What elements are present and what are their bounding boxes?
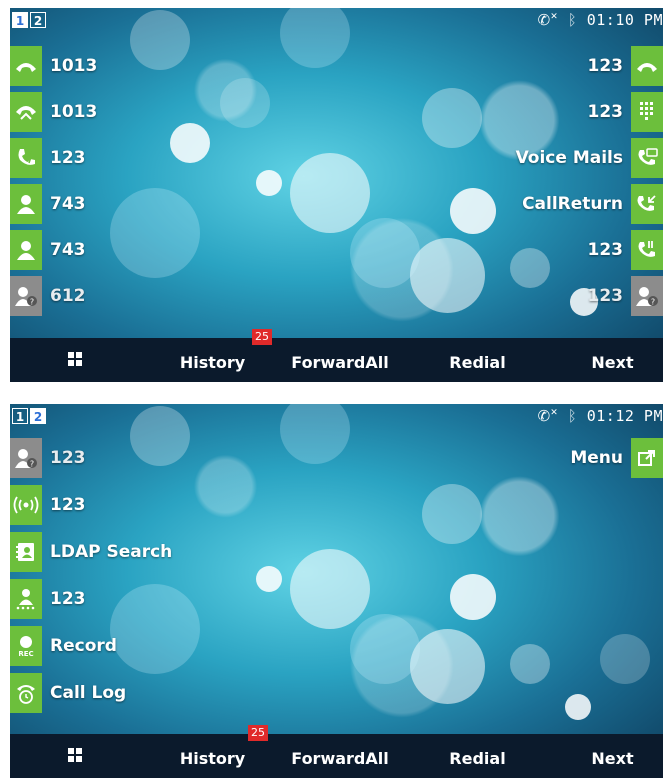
status-bar: 1 2 ✆✕ ᛒ 01:10 PM: [10, 8, 663, 34]
missed-calls-badge: 25: [248, 725, 268, 741]
line-key-label: 123: [50, 148, 86, 168]
softkey-bar: History 25 ForwardAll Redial Next: [10, 329, 663, 382]
line-key-left-4[interactable]: 743: [10, 184, 330, 224]
line-key-right-5[interactable]: 123: [343, 230, 663, 270]
main-menu-grid-icon[interactable]: [68, 748, 82, 762]
line-key-label: 743: [50, 240, 86, 260]
menu-key[interactable]: Menu: [343, 438, 663, 478]
contact-person-icon: [10, 184, 42, 224]
transfer-person-icon: [10, 579, 42, 619]
clock-time: 01:10 PM: [586, 11, 663, 29]
line-key-right-3[interactable]: Voice Mails: [343, 138, 663, 178]
call-return-icon: [631, 184, 663, 224]
line-key-label: 123: [587, 286, 624, 306]
main-menu-grid-icon[interactable]: [68, 352, 82, 366]
line-key-left-3[interactable]: LDAP Search: [10, 532, 330, 572]
line-key-label: 743: [50, 194, 86, 214]
line-key-left-2[interactable]: 1013: [10, 92, 330, 132]
line-key-left-5[interactable]: REC Record: [10, 626, 330, 666]
redial-softkey[interactable]: Redial: [430, 734, 525, 778]
speed-dial-handset-icon: [10, 138, 42, 178]
call-park-icon: [631, 230, 663, 270]
line-key-left-5[interactable]: 743: [10, 230, 330, 270]
forwardall-softkey[interactable]: ForwardAll: [280, 734, 400, 778]
line-key-left-6[interactable]: Call Log: [10, 673, 330, 713]
line-key-right-2[interactable]: 123: [343, 92, 663, 132]
menu-external-icon: [631, 438, 663, 478]
svg-text:?: ?: [30, 298, 34, 307]
dialpad-icon: [631, 92, 663, 132]
status-bar: 1 2 ✆✕ ᛒ 01:12 PM: [10, 404, 663, 430]
handset-icon: [10, 46, 42, 86]
missed-calls-badge: 25: [252, 329, 272, 345]
phone-screen-2: 1 2 ✆✕ ᛒ 01:12 PM ? 123 123 LDAP Search …: [10, 404, 663, 778]
line-key-label: Menu: [570, 448, 623, 468]
ldap-contact-card-icon: [10, 532, 42, 572]
svg-text:?: ?: [30, 460, 34, 469]
presence-unknown-icon: ?: [10, 276, 42, 316]
call-log-icon: [10, 673, 42, 713]
line-key-label: CallReturn: [522, 194, 623, 214]
svg-text:REC: REC: [18, 650, 33, 658]
line-key-left-2[interactable]: 123: [10, 485, 330, 525]
presence-unknown-icon: ?: [10, 438, 42, 478]
record-icon: REC: [10, 626, 42, 666]
next-softkey[interactable]: Next: [570, 338, 655, 382]
line-key-label: Voice Mails: [515, 148, 623, 168]
redial-softkey[interactable]: Redial: [430, 338, 525, 382]
account-1-indicator[interactable]: 1: [12, 408, 28, 424]
line-key-label: 123: [587, 240, 624, 260]
line-key-right-4[interactable]: CallReturn: [343, 184, 663, 224]
handset-hangup-icon: [10, 92, 42, 132]
line-key-label: 1013: [50, 102, 98, 122]
line-key-left-4[interactable]: 123: [10, 579, 330, 619]
missed-call-icon: ✆✕: [537, 11, 558, 29]
line-key-label: 1013: [50, 56, 98, 76]
forwardall-softkey[interactable]: ForwardAll: [280, 338, 400, 382]
next-softkey[interactable]: Next: [570, 734, 655, 778]
line-key-left-6[interactable]: ? 612: [10, 276, 330, 316]
line-key-left-1[interactable]: 1013: [10, 46, 330, 86]
phone-screen-1: 1 2 ✆✕ ᛒ 01:10 PM 1013 1013 123 743 743 …: [10, 8, 663, 382]
line-key-label: Record: [50, 636, 117, 656]
bluetooth-icon: ᛒ: [567, 11, 577, 29]
line-key-right-6[interactable]: 123 ?: [343, 276, 663, 316]
svg-text:?: ?: [651, 298, 655, 307]
line-key-label: 123: [587, 102, 624, 122]
presence-unknown-icon: ?: [631, 276, 663, 316]
clock-time: 01:12 PM: [586, 407, 663, 425]
line-key-label: 123: [587, 56, 624, 76]
line-key-left-3[interactable]: 123: [10, 138, 330, 178]
history-softkey[interactable]: History: [160, 338, 265, 382]
line-key-label: 123: [50, 495, 86, 515]
account-1-indicator[interactable]: 1: [12, 12, 28, 28]
line-key-label: 123: [50, 448, 86, 468]
account-2-indicator[interactable]: 2: [30, 12, 46, 28]
voicemail-icon: [631, 138, 663, 178]
line-key-left-1[interactable]: ? 123: [10, 438, 330, 478]
missed-call-icon: ✆✕: [537, 407, 558, 425]
line-key-right-1[interactable]: 123: [343, 46, 663, 86]
line-key-label: 123: [50, 589, 86, 609]
handset-icon: [631, 46, 663, 86]
softkey-bar: History 25 ForwardAll Redial Next: [10, 725, 663, 778]
contact-person-icon: [10, 230, 42, 270]
bluetooth-icon: ᛒ: [567, 407, 577, 425]
intercom-icon: [10, 485, 42, 525]
line-key-label: 612: [50, 286, 86, 306]
account-2-indicator[interactable]: 2: [30, 408, 46, 424]
line-key-label: LDAP Search: [50, 542, 173, 562]
line-key-label: Call Log: [50, 683, 127, 703]
